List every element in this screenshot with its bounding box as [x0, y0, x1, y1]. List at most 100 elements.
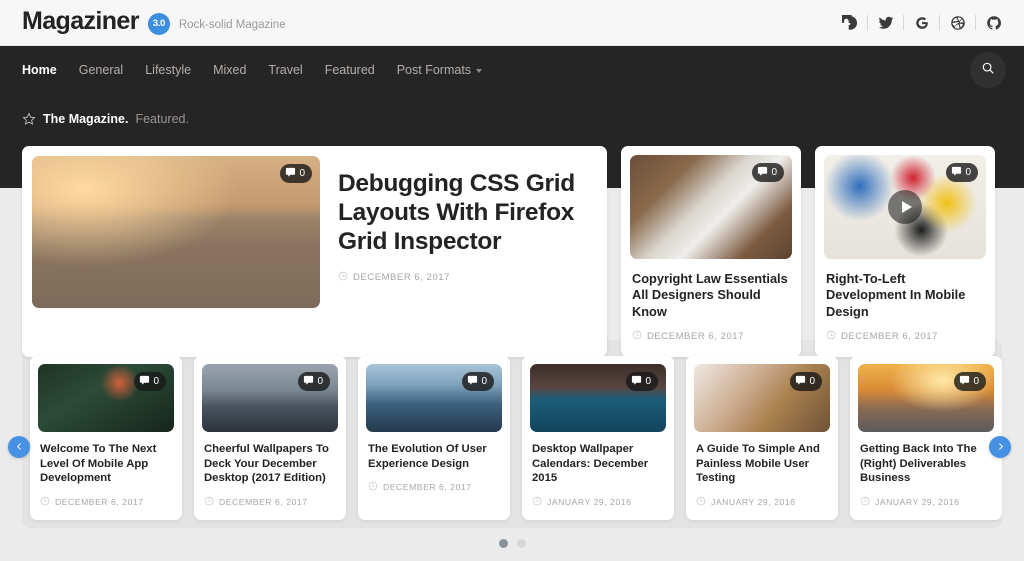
divider [867, 15, 868, 30]
clock-icon [338, 271, 348, 284]
nav-item-lifestyle[interactable]: Lifestyle [145, 63, 191, 77]
comment-count-badge: 0 [946, 163, 978, 182]
carousel-next-button[interactable] [989, 436, 1011, 458]
play-icon[interactable] [888, 190, 922, 224]
post-date: DECEMBER 6, 2017 [841, 331, 938, 342]
nav-label: Mixed [213, 63, 246, 77]
post-date: DECEMBER 6, 2017 [383, 482, 472, 492]
carousel-card-1[interactable]: 0 Welcome To The Next Level Of Mobile Ap… [30, 356, 182, 520]
post-meta: JANUARY 29, 2016 [530, 496, 666, 508]
post-title[interactable]: Cheerful Wallpapers To Deck Your Decembe… [202, 442, 338, 486]
comment-count: 0 [317, 376, 323, 387]
post-title[interactable]: Right-To-Left Development In Mobile Desi… [824, 271, 986, 320]
clock-icon [632, 330, 642, 343]
site-logo[interactable]: Magaziner 3.0 Rock-solid Magazine [22, 7, 286, 38]
nav-items: Home General Lifestyle Mixed Travel Feat… [22, 63, 482, 77]
brand-name: Magaziner [22, 7, 139, 36]
woman-riding-bicycle-at-sunset-image [32, 156, 320, 308]
thumbnail-wrapper: 0 [824, 155, 986, 259]
facebook-icon[interactable] [841, 14, 858, 31]
post-title[interactable]: Debugging CSS Grid Layouts With Firefox … [338, 170, 581, 257]
google-icon[interactable] [913, 14, 930, 31]
search-button[interactable] [970, 52, 1006, 88]
post-meta: DECEMBER 6, 2017 [366, 481, 502, 493]
comment-count-badge: 0 [134, 372, 166, 391]
post-date: JANUARY 29, 2016 [875, 497, 959, 507]
post-date: JANUARY 29, 2016 [547, 497, 631, 507]
featured-posts-row: 0 Debugging CSS Grid Layouts With Firefo… [22, 146, 1002, 357]
carousel-track: 0 Welcome To The Next Level Of Mobile Ap… [30, 356, 994, 520]
post-meta: DECEMBER 6, 2017 [38, 496, 174, 508]
post-title[interactable]: Desktop Wallpaper Calendars: December 20… [530, 442, 666, 486]
comment-count: 0 [965, 167, 971, 178]
comment-bubble-icon [757, 166, 768, 180]
twitter-icon[interactable] [877, 14, 894, 31]
thumbnail-wrapper: 0 [858, 364, 994, 432]
comment-bubble-icon [285, 167, 296, 181]
search-icon [981, 61, 995, 80]
post-title[interactable]: The Evolution Of User Experience Design [366, 442, 502, 471]
comment-count-badge: 0 [462, 372, 494, 391]
carousel-card-4[interactable]: 0 Desktop Wallpaper Calendars: December … [522, 356, 674, 520]
post-title[interactable]: Welcome To The Next Level Of Mobile App … [38, 442, 174, 486]
comment-count: 0 [153, 376, 159, 387]
post-title[interactable]: A Guide To Simple And Painless Mobile Us… [694, 442, 830, 486]
clock-icon [696, 496, 706, 508]
section-title-strong: The Magazine. [43, 112, 128, 126]
post-date: JANUARY 29, 2016 [711, 497, 795, 507]
post-date: DECEMBER 6, 2017 [55, 497, 144, 507]
thumbnail-wrapper: 0 [694, 364, 830, 432]
section-heading: The Magazine. Featured. [22, 112, 189, 126]
nav-item-post-formats[interactable]: Post Formats [397, 63, 482, 77]
post-meta: DECEMBER 6, 2017 [338, 271, 581, 284]
nav-label: Lifestyle [145, 63, 191, 77]
featured-side-card-2[interactable]: 0 Right-To-Left Development In Mobile De… [815, 146, 995, 357]
carousel-card-5[interactable]: 0 A Guide To Simple And Painless Mobile … [686, 356, 838, 520]
thumbnail-wrapper: 0 [32, 156, 320, 347]
divider [903, 15, 904, 30]
pagination-dot-2[interactable] [517, 539, 526, 548]
dribbble-icon[interactable] [949, 14, 966, 31]
comment-count: 0 [771, 167, 777, 178]
page-root: Magaziner 3.0 Rock-solid Magazine [0, 0, 1024, 561]
featured-side-card-1[interactable]: 0 Copyright Law Essentials All Designers… [621, 146, 801, 357]
comment-bubble-icon [631, 375, 642, 389]
comment-count: 0 [481, 376, 487, 387]
thumbnail-wrapper: 0 [630, 155, 792, 259]
comment-bubble-icon [467, 375, 478, 389]
thumbnail-wrapper: 0 [366, 364, 502, 432]
clock-icon [368, 481, 378, 493]
comment-count-badge: 0 [626, 372, 658, 391]
nav-item-general[interactable]: General [79, 63, 123, 77]
featured-main-body: Debugging CSS Grid Layouts With Firefox … [320, 156, 597, 347]
nav-item-travel[interactable]: Travel [268, 63, 302, 77]
comment-count-badge: 0 [790, 372, 822, 391]
comment-count: 0 [645, 376, 651, 387]
clock-icon [40, 496, 50, 508]
carousel-card-6[interactable]: 0 Getting Back Into The (Right) Delivera… [850, 356, 1002, 520]
post-date: DECEMBER 6, 2017 [353, 272, 450, 283]
nav-item-mixed[interactable]: Mixed [213, 63, 246, 77]
site-tagline: Rock-solid Magazine [179, 19, 286, 31]
pagination-dot-1[interactable] [499, 539, 508, 548]
post-title[interactable]: Getting Back Into The (Right) Deliverabl… [858, 442, 994, 486]
social-links [841, 14, 1002, 31]
post-meta: DECEMBER 6, 2017 [202, 496, 338, 508]
carousel-card-3[interactable]: 0 The Evolution Of User Experience Desig… [358, 356, 510, 520]
nav-label: Featured [325, 63, 375, 77]
post-title[interactable]: Copyright Law Essentials All Designers S… [630, 271, 792, 320]
comment-count-badge: 0 [280, 164, 312, 183]
chevron-right-icon [996, 438, 1005, 456]
clock-icon [860, 496, 870, 508]
post-meta: JANUARY 29, 2016 [858, 496, 994, 508]
nav-label: Home [22, 63, 57, 77]
nav-item-featured[interactable]: Featured [325, 63, 375, 77]
featured-main-card[interactable]: 0 Debugging CSS Grid Layouts With Firefo… [22, 146, 607, 357]
chevron-left-icon [15, 438, 24, 456]
carousel-prev-button[interactable] [8, 436, 30, 458]
thumbnail-wrapper: 0 [202, 364, 338, 432]
nav-item-home[interactable]: Home [22, 63, 57, 77]
post-thumbnail[interactable] [32, 156, 320, 308]
carousel-card-2[interactable]: 0 Cheerful Wallpapers To Deck Your Decem… [194, 356, 346, 520]
github-icon[interactable] [985, 14, 1002, 31]
